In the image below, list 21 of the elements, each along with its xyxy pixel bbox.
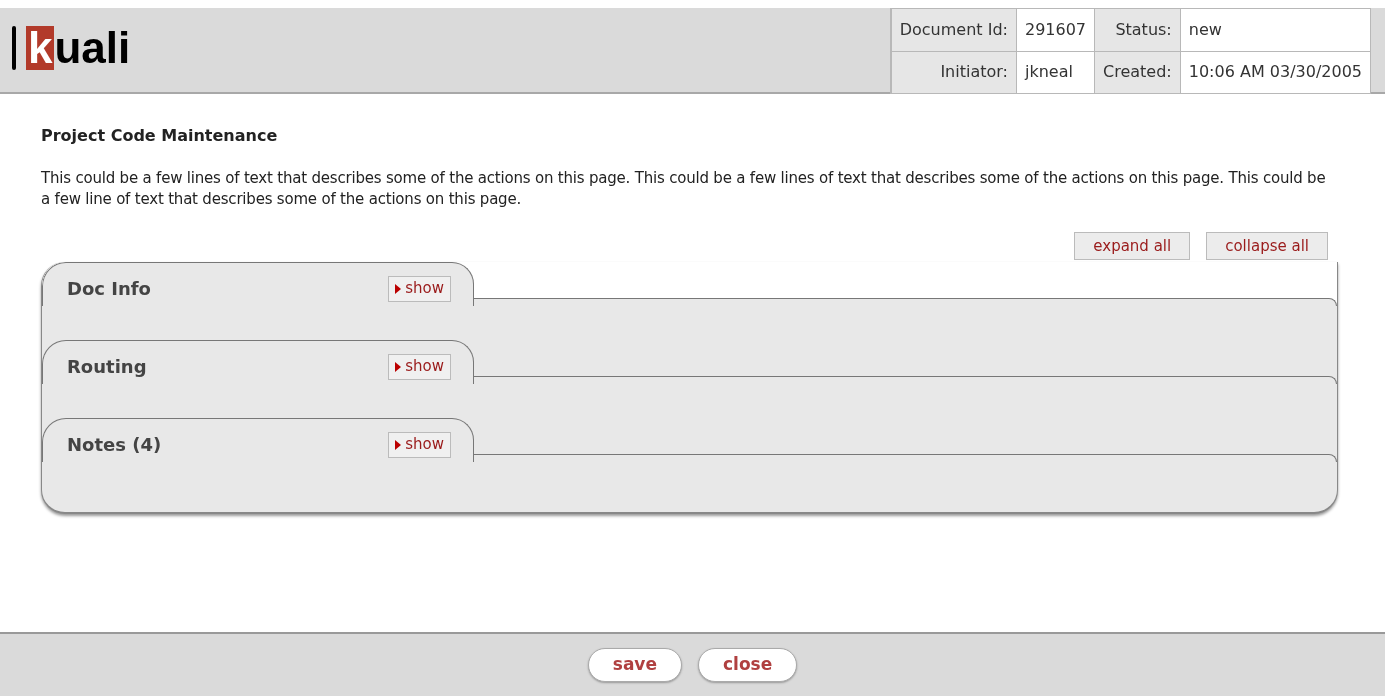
field-label: Initiator: (891, 51, 1017, 94)
field-value: jkneal (1016, 51, 1095, 94)
show-toggle-button[interactable]: show (388, 353, 451, 380)
field-label: Created: (1094, 51, 1181, 94)
expand-all-button[interactable]: expand all (1074, 232, 1191, 260)
show-toggle-button[interactable]: show (388, 275, 451, 302)
field-label: Document Id: (891, 8, 1017, 51)
close-button[interactable]: close (698, 648, 798, 682)
section-title: Routing (67, 355, 147, 379)
save-button[interactable]: save (587, 648, 682, 682)
page-title: Project Code Maintenance (41, 125, 279, 147)
logo: kuali (12, 26, 131, 70)
collapse-all-button[interactable]: collapse all (1206, 232, 1328, 260)
section-title: Notes (4) (67, 433, 162, 457)
field-value: 10:06 AM 03/30/2005 (1180, 51, 1371, 94)
show-toggle-button[interactable]: show (388, 431, 451, 458)
section-title: Doc Info (67, 277, 151, 301)
field-value: new (1180, 8, 1371, 51)
field-value: 291607 (1016, 8, 1095, 51)
page-description: This could be a few lines of text that describes some of the actions on this page. This could be a few lines of text that describes some of the actions on this page. This could be a few line of text that describes some of the actions on this page. (41, 168, 1327, 210)
field-label: Status: (1094, 8, 1181, 51)
